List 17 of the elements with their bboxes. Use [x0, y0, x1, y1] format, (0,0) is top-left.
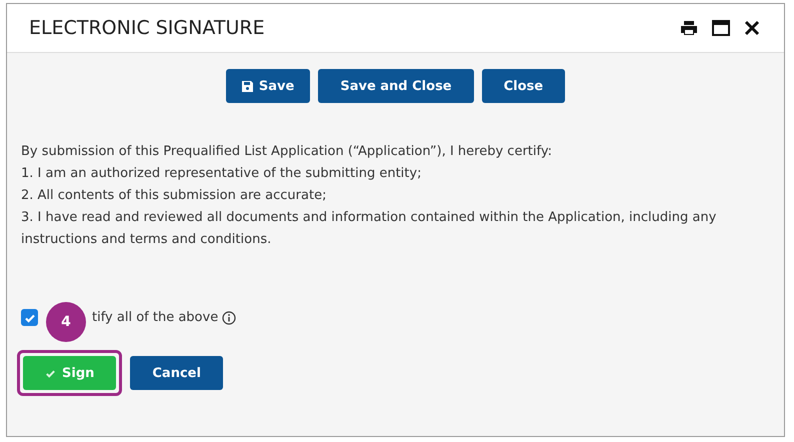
statement-text: 2. All contents of this submission are accurate;	[21, 187, 328, 205]
certify-label: tify all of the above	[92, 310, 218, 325]
cancel-button[interactable]: Cancel	[130, 356, 223, 390]
save-button[interactable]: Save	[226, 69, 310, 103]
step-badge: 4	[46, 302, 86, 342]
print-icon[interactable]	[680, 20, 698, 36]
close-icon[interactable]	[744, 20, 760, 36]
toolbar-button[interactable]: Save and Close	[318, 69, 474, 103]
info-icon[interactable]	[222, 310, 236, 324]
statement-text: 3. I have read and reviewed all documents and information contained within the Application, including any instructions and terms and conditions.	[21, 209, 718, 249]
toolbar-button[interactable]: Close	[482, 69, 566, 103]
statement-text: By submission of this Prequalified List Application (“Application”), I hereby certify:	[21, 143, 553, 161]
statement-text: 1. I am an authorized representative of the submitting entity;	[21, 165, 422, 183]
check-icon	[45, 368, 56, 378]
dialog-title: ELECTRONIC SIGNATURE	[29, 17, 265, 39]
maximize-icon[interactable]	[712, 20, 730, 36]
certify-checkbox[interactable]	[21, 309, 38, 326]
